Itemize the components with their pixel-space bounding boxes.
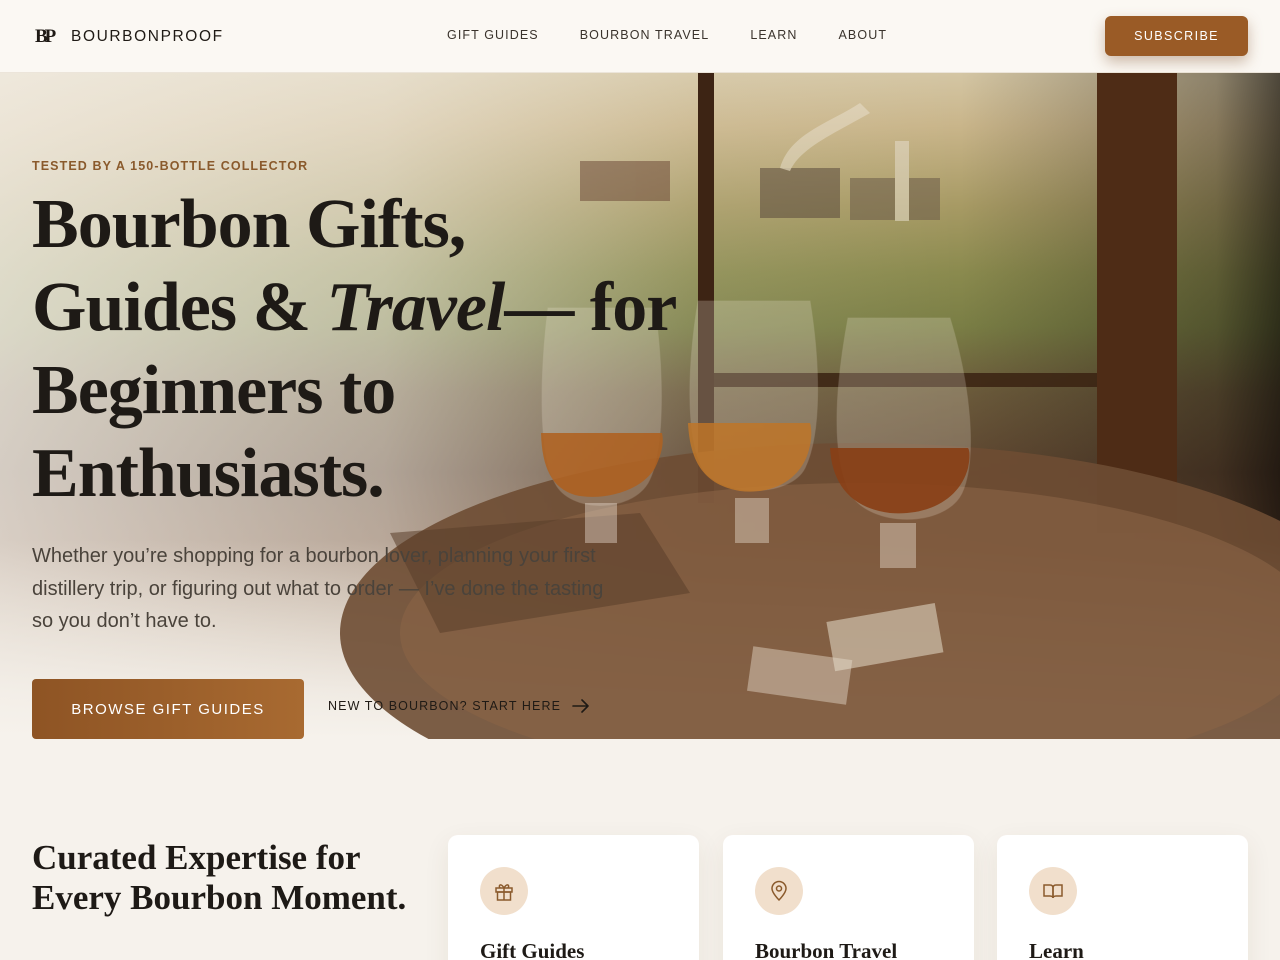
card-bourbon-travel[interactable]: Bourbon Travel: [723, 835, 974, 960]
card-title: Gift Guides: [480, 939, 585, 960]
nav-gift-guides[interactable]: GIFT GUIDES: [447, 28, 539, 42]
logo-mark: BP: [35, 26, 56, 47]
headline-line-2c: — for: [504, 269, 677, 346]
headline-travel: Travel: [326, 269, 505, 346]
headline-line-3: Beginners to: [32, 352, 396, 429]
main-nav: GIFT GUIDES BOURBON TRAVEL LEARN ABOUT: [447, 28, 928, 42]
headline-line-2a: Guides &: [32, 269, 327, 346]
nav-bourbon-travel[interactable]: BOURBON TRAVEL: [580, 28, 710, 42]
card-icon-bg: [755, 867, 803, 915]
logo-text: BOURBONPROOF: [71, 28, 224, 45]
headline-line-1: Bourbon Gifts,: [32, 186, 466, 263]
start-here-link[interactable]: NEW TO BOURBON? START HERE: [328, 699, 590, 713]
book-icon: [1043, 884, 1063, 899]
card-title: Bourbon Travel: [755, 939, 898, 960]
card-learn[interactable]: Learn: [997, 835, 1248, 960]
card-icon-bg: [1029, 867, 1077, 915]
gift-icon: [495, 884, 513, 901]
card-title: Learn: [1029, 939, 1084, 960]
hero-subtext: Whether you’re shopping for a bourbon lo…: [32, 545, 604, 632]
hero-headline: Bourbon Gifts, Guides & Travel— for Begi…: [32, 183, 732, 515]
nav-learn[interactable]: LEARN: [750, 28, 797, 42]
section-title: Curated Expertise for Every Bourbon Mome…: [32, 838, 407, 917]
start-here-label: NEW TO BOURBON? START HERE: [328, 699, 562, 713]
hero-section: TESTED BY A 150-BOTTLE COLLECTOR Bourbon…: [0, 73, 1280, 739]
logo[interactable]: BP BOURBONPROOF: [35, 26, 224, 48]
site-header: BP BOURBONPROOF GIFT GUIDES BOURBON TRAV…: [0, 0, 1280, 73]
nav-about[interactable]: ABOUT: [839, 28, 888, 42]
browse-gift-guides-button[interactable]: BROWSE GIFT GUIDES: [32, 679, 304, 739]
headline-line-4: Enthusiasts.: [32, 435, 385, 512]
subscribe-button[interactable]: SUBSCRIBE: [1105, 16, 1248, 56]
card-icon-bg: [480, 867, 528, 915]
arrow-right-icon: [572, 699, 589, 713]
map-pin-icon: [771, 880, 787, 902]
hero-eyebrow: TESTED BY A 150-BOTTLE COLLECTOR: [32, 159, 309, 173]
card-gift-guides[interactable]: Gift Guides: [448, 835, 699, 960]
